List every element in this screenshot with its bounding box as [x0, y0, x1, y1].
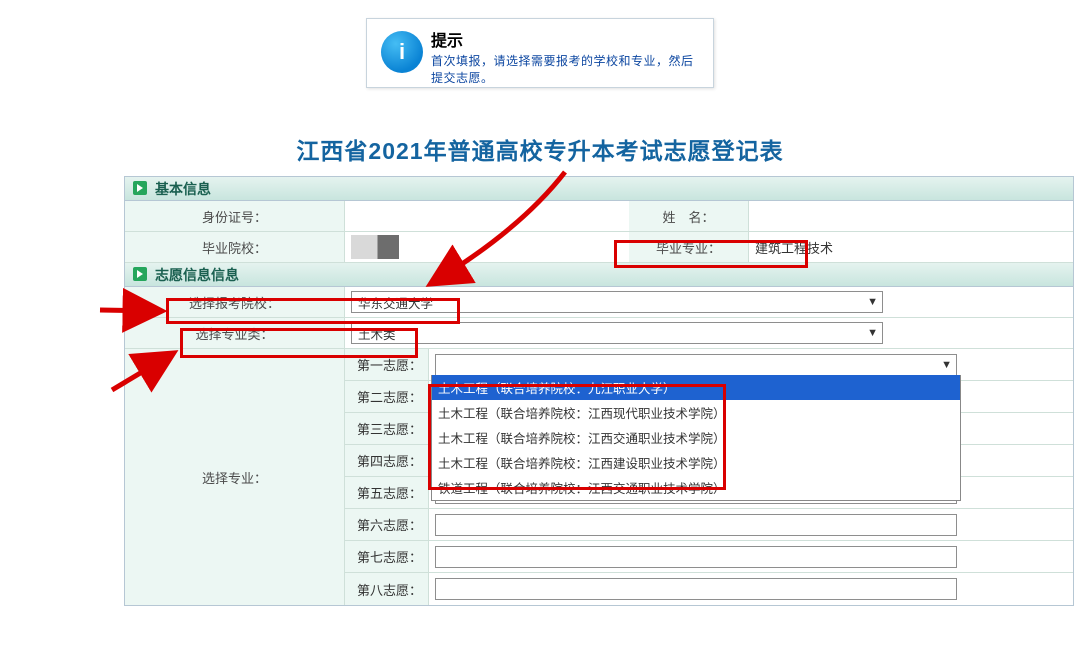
label-choice-8: 第八志愿：: [345, 573, 429, 605]
dropdown-option[interactable]: 铁道工程（联合培养院校：江西交通职业技术学院）: [432, 475, 960, 500]
select-school-value: 华东交通大学: [358, 293, 433, 312]
select-choice-6[interactable]: [435, 514, 957, 536]
label-id: 身份证号：: [125, 201, 345, 231]
label-choice-6: 第六志愿：: [345, 509, 429, 540]
select-choice-1[interactable]: ▼: [435, 354, 957, 376]
label-choice-1: 第一志愿：: [345, 349, 429, 380]
select-school-dropdown[interactable]: 华东交通大学 ▼: [351, 291, 883, 313]
arrow-icon: [133, 267, 147, 281]
label-choice-5: 第五志愿：: [345, 477, 429, 508]
info-banner: i 提示 首次填报，请选择需要报考的学校和专业，然后提交志愿。: [366, 18, 714, 88]
row-choice-2: 第二志愿： 土木工程（联合培养院校：九江职业大学） 土木工程（联合培养院校：江西…: [345, 381, 1073, 413]
select-category-value: 土木类: [358, 324, 396, 343]
dropdown-option[interactable]: 土木工程（联合培养院校：江西建设职业技术学院）: [432, 450, 960, 475]
value-school: [345, 232, 629, 262]
chevron-down-icon: ▼: [867, 327, 878, 339]
value-name: [749, 201, 1073, 231]
row-choice-7: 第七志愿：: [345, 541, 1073, 573]
info-icon: i: [381, 31, 423, 73]
label-name: 姓 名：: [629, 201, 749, 231]
main-panel: 基本信息 身份证号： 姓 名： 毕业院校： 毕业专业： 建筑工程技术 志愿信息信…: [124, 176, 1074, 606]
label-choice-3: 第三志愿：: [345, 413, 429, 444]
section-basic-title: 基本信息: [155, 181, 211, 197]
info-header: 提示: [431, 27, 703, 51]
value-major: 建筑工程技术: [749, 232, 1073, 262]
section-volunteer-title: 志愿信息信息: [155, 267, 239, 283]
row-select-school: 选择报考院校： 华东交通大学 ▼: [125, 287, 1073, 318]
dropdown-option[interactable]: 土木工程（联合培养院校：江西现代职业技术学院）: [432, 400, 960, 425]
row-id: 身份证号： 姓 名：: [125, 201, 1073, 232]
row-select-category: 选择专业类： 土木类 ▼: [125, 318, 1073, 349]
label-select-category: 选择专业类：: [125, 318, 345, 348]
dropdown-option[interactable]: 土木工程（联合培养院校：江西交通职业技术学院）: [432, 425, 960, 450]
label-choice-4: 第四志愿：: [345, 445, 429, 476]
select-choice-7[interactable]: [435, 546, 957, 568]
page-title: 江西省2021年普通高校专升本考试志愿登记表: [0, 132, 1080, 166]
label-choice-2: 第二志愿：: [345, 381, 429, 412]
row-school: 毕业院校： 毕业专业： 建筑工程技术: [125, 232, 1073, 263]
select-choice-8[interactable]: [435, 578, 957, 600]
info-message: 首次填报，请选择需要报考的学校和专业，然后提交志愿。: [431, 53, 703, 88]
chevron-down-icon: ▼: [867, 296, 878, 308]
section-basic-info: 基本信息: [125, 177, 1073, 201]
label-school: 毕业院校：: [125, 232, 345, 262]
dropdown-option[interactable]: 土木工程（联合培养院校：九江职业大学）: [432, 375, 960, 400]
dropdown-options: 土木工程（联合培养院校：九江职业大学） 土木工程（联合培养院校：江西现代职业技术…: [431, 375, 961, 501]
chevron-down-icon: ▼: [941, 359, 952, 371]
label-specialty: 选择专业：: [125, 349, 345, 605]
select-category-dropdown[interactable]: 土木类 ▼: [351, 322, 883, 344]
value-id: [345, 201, 629, 231]
section-volunteer-info: 志愿信息信息: [125, 263, 1073, 287]
label-select-school: 选择报考院校：: [125, 287, 345, 317]
arrow-icon: [133, 181, 147, 195]
row-choice-6: 第六志愿：: [345, 509, 1073, 541]
row-choice-8: 第八志愿：: [345, 573, 1073, 605]
label-major: 毕业专业：: [629, 232, 749, 262]
redacted-block: [351, 235, 399, 259]
label-choice-7: 第七志愿：: [345, 541, 429, 572]
